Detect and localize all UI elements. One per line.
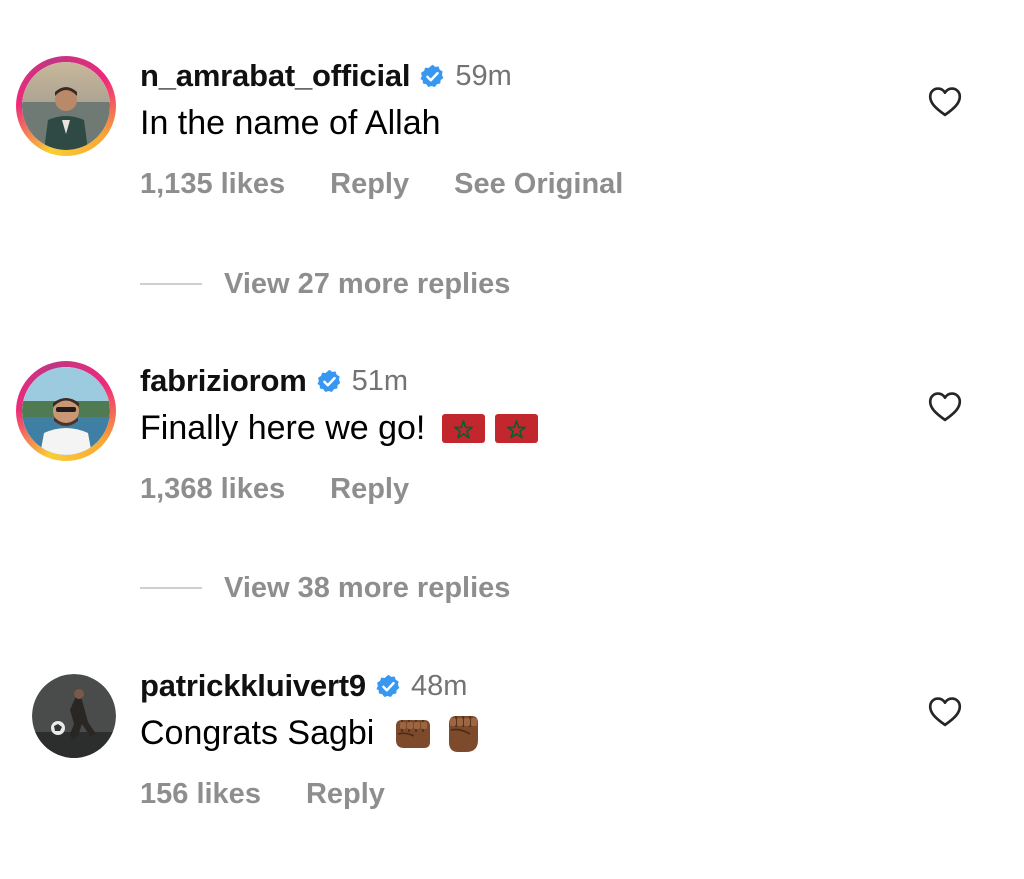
avatar-photo [22, 367, 110, 455]
timestamp: 59m [455, 59, 512, 92]
avatar[interactable] [32, 674, 116, 758]
comment-body: Finally here we go! [140, 408, 547, 448]
timestamp: 48m [410, 669, 468, 702]
comment-header: patrickkluivert9 48m [140, 666, 467, 706]
comment-body: Congrats Sagbi [140, 713, 490, 753]
reply-button[interactable]: Reply [330, 168, 409, 201]
avatar-photo [32, 674, 116, 758]
comment-item: fabriziorom 51m Finally here we go! 1,36… [0, 361, 1024, 561]
raised-fist-icon [449, 716, 479, 752]
left-facing-fist-icon [396, 720, 431, 748]
comment-actions: 1,368 likes Reply [140, 469, 454, 509]
view-more-replies-label: View 27 more replies [224, 267, 511, 300]
see-original-button[interactable]: See Original [454, 168, 623, 201]
comment-item: n_amrabat_official 59m In the name of Al… [0, 56, 1024, 256]
morocco-flag-icon [442, 413, 486, 443]
comment-header: n_amrabat_official 59m [140, 56, 512, 96]
heart-icon[interactable] [928, 391, 962, 422]
view-more-replies-button[interactable]: View 38 more replies [140, 568, 510, 608]
username[interactable]: patrickkluivert9 [140, 668, 366, 704]
comment-text: Finally here we go! [140, 408, 426, 447]
comment-actions: 156 likes Reply [140, 774, 430, 814]
emoji-group [390, 710, 490, 756]
comment-header: fabriziorom 51m [140, 361, 408, 401]
likes-count[interactable]: 1,368 likes [140, 473, 285, 506]
avatar[interactable] [22, 62, 110, 150]
view-more-replies-label: View 38 more replies [224, 571, 511, 604]
likes-count[interactable]: 1,135 likes [140, 168, 285, 201]
heart-icon[interactable] [928, 86, 962, 117]
comment-text: Congrats Sagbi [140, 713, 375, 752]
comment-item: patrickkluivert9 48m Congrats Sagbi 156 … [0, 666, 1024, 866]
timestamp: 51m [351, 364, 409, 397]
replies-divider-line [140, 587, 202, 589]
comment-text: In the name of Allah [140, 103, 441, 142]
avatar[interactable] [22, 367, 110, 455]
username[interactable]: fabriziorom [140, 363, 307, 399]
reply-button[interactable]: Reply [330, 473, 409, 506]
avatar-story-ring[interactable] [16, 56, 116, 156]
replies-divider-line [140, 283, 202, 285]
verified-badge-icon [376, 674, 400, 697]
comment-body: In the name of Allah [140, 103, 441, 143]
comment-actions: 1,135 likes Reply See Original [140, 164, 668, 204]
username[interactable]: n_amrabat_official [140, 58, 411, 94]
verified-badge-icon [317, 369, 340, 392]
emoji-group [441, 413, 547, 444]
verified-badge-icon [420, 64, 444, 87]
heart-icon[interactable] [928, 696, 962, 727]
likes-count[interactable]: 156 likes [140, 778, 261, 811]
avatar-photo [22, 62, 110, 150]
view-more-replies-button[interactable]: View 27 more replies [140, 264, 510, 304]
avatar-container[interactable] [16, 666, 116, 766]
avatar-story-ring[interactable] [16, 361, 116, 461]
reply-button[interactable]: Reply [306, 778, 385, 811]
morocco-flag-icon [495, 413, 539, 443]
